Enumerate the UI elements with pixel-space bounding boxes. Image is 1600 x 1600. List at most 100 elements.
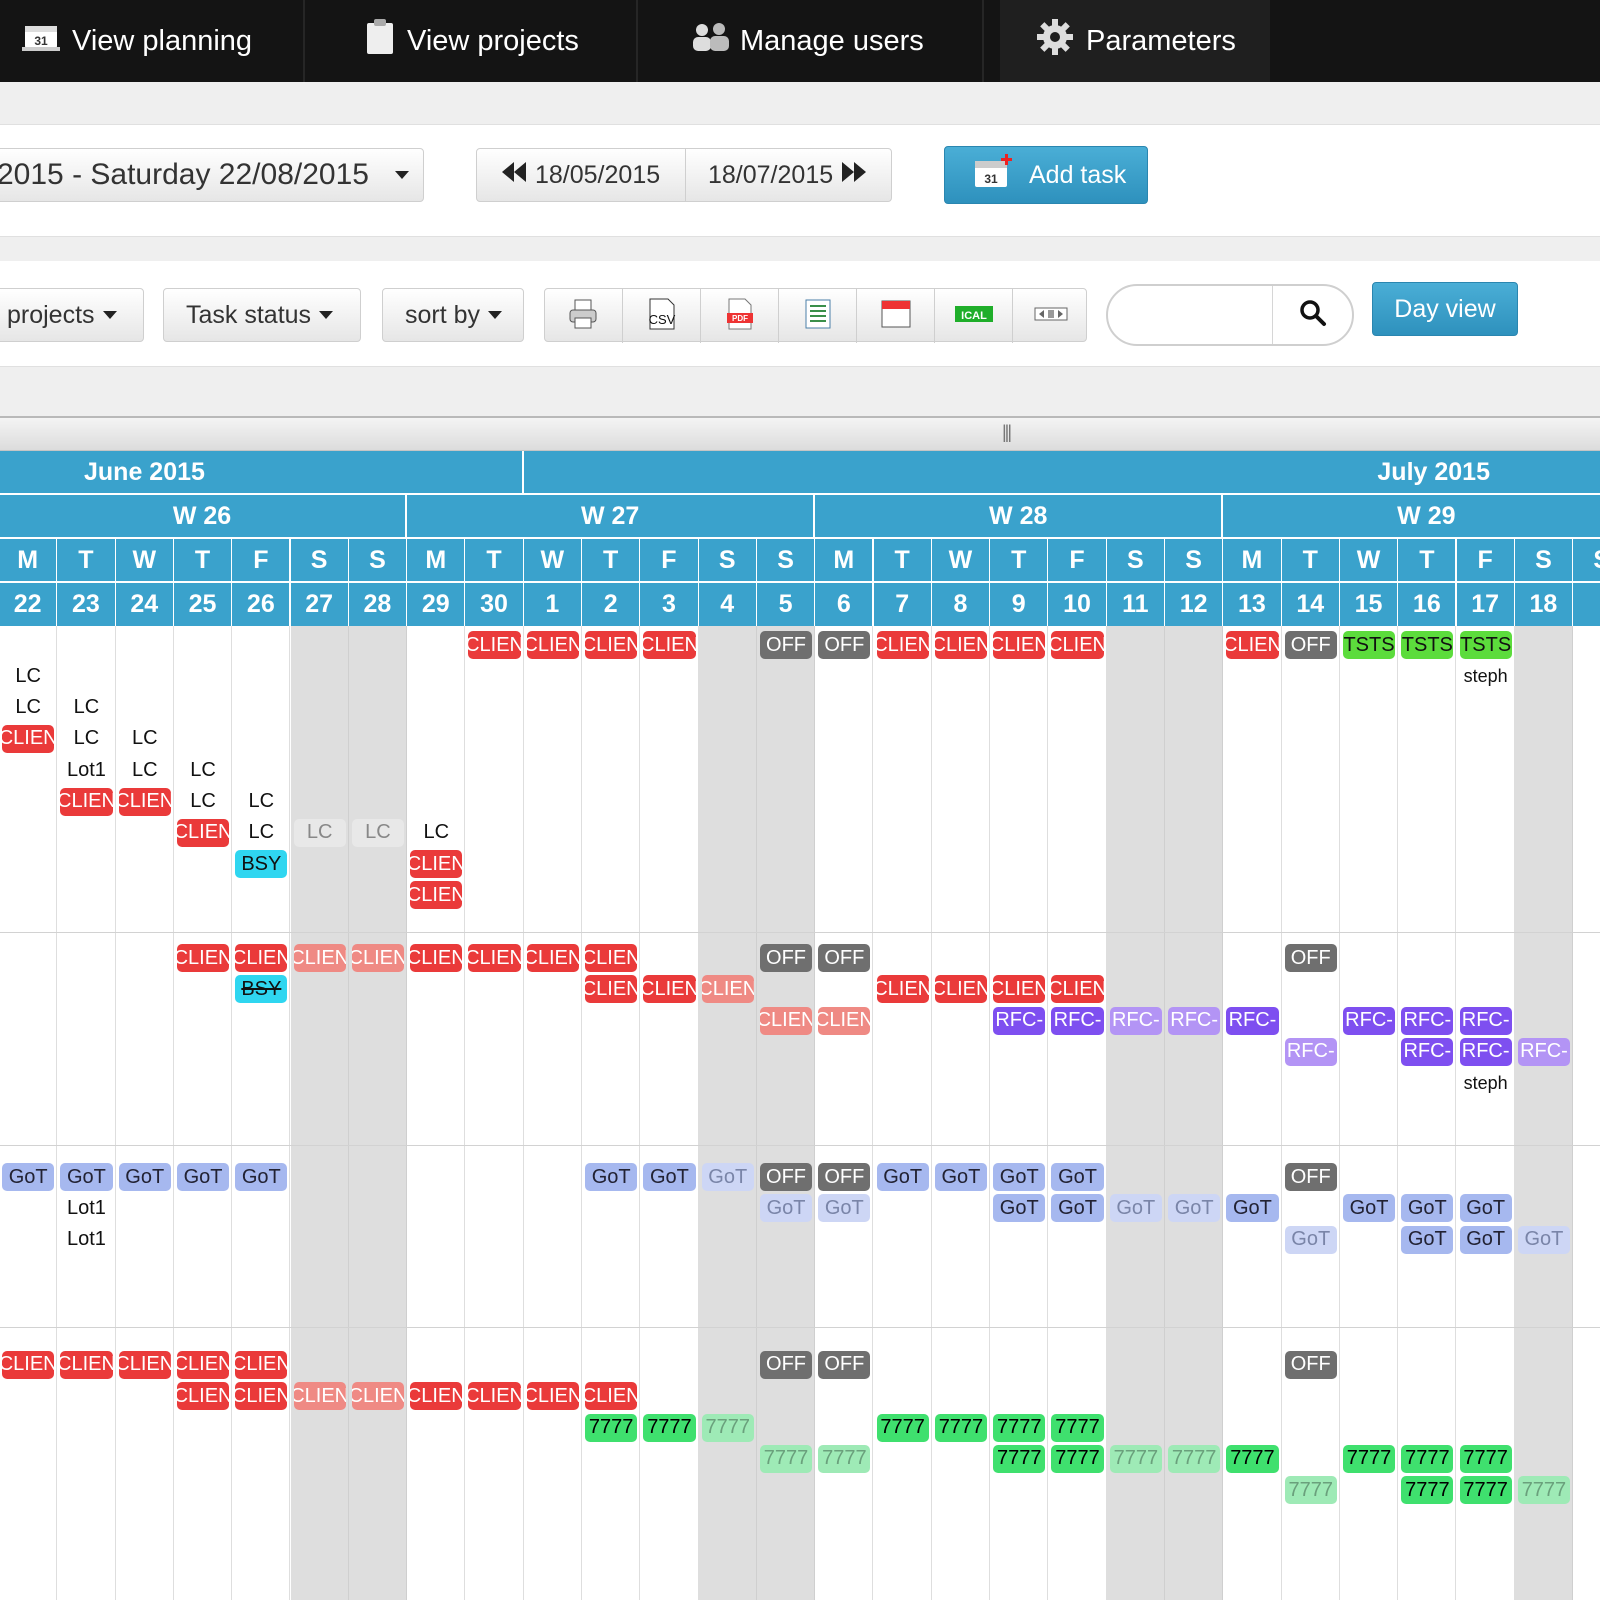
task-chip-client[interactable]: CLIEN: [818, 1006, 871, 1035]
task-chip-7777[interactable]: 7777: [876, 1413, 929, 1442]
task-chip-client[interactable]: CLIEN: [410, 944, 463, 972]
task-chip-7777[interactable]: 7777: [759, 1444, 813, 1473]
task-chip-rfc[interactable]: RFC-: [1459, 1037, 1512, 1066]
task-chip-off[interactable]: OFF: [1284, 631, 1337, 659]
task-chip-off[interactable]: OFF: [759, 1163, 813, 1192]
task-chip-got[interactable]: GoT: [876, 1163, 929, 1192]
task-chip-client[interactable]: CLIEN: [468, 1382, 521, 1411]
task-chip-off[interactable]: OFF: [759, 631, 813, 659]
task-chip-client[interactable]: CLIEN: [235, 1350, 288, 1379]
task-chip-7777[interactable]: 7777: [993, 1444, 1046, 1473]
print-button[interactable]: [545, 289, 623, 343]
task-chip-off[interactable]: OFF: [1284, 944, 1337, 972]
nav-view-projects[interactable]: View projects: [365, 0, 579, 82]
export-excel-button[interactable]: [779, 289, 857, 343]
task-chip-client[interactable]: CLIEN: [585, 631, 638, 659]
task-chip-got[interactable]: GoT: [1459, 1225, 1512, 1254]
task-chip-off[interactable]: OFF: [818, 631, 871, 659]
task-chip-rfc[interactable]: RFC-: [1342, 1006, 1396, 1035]
task-chip-off[interactable]: OFF: [1284, 1350, 1337, 1379]
task-chip-client[interactable]: CLIEN: [176, 1350, 230, 1379]
task-chip-client[interactable]: CLIEN: [701, 975, 754, 1004]
task-chip-client[interactable]: CLIEN: [410, 850, 463, 879]
task-chip-rfc[interactable]: RFC-: [1401, 1037, 1454, 1066]
task-chip-client[interactable]: CLIEN: [351, 944, 405, 972]
task-chip-bsy[interactable]: BSY: [235, 850, 288, 879]
task-chip-client[interactable]: CLIEN: [293, 1382, 346, 1411]
search-button[interactable]: [1272, 286, 1353, 344]
task-chip-got[interactable]: GoT: [1051, 1163, 1104, 1192]
task-chip-client[interactable]: CLIEN: [235, 944, 288, 972]
task-chip-got[interactable]: GoT: [235, 1163, 288, 1192]
task-chip-rfc[interactable]: RFC-: [1401, 1006, 1454, 1035]
projects-filter-dropdown[interactable]: projects: [0, 288, 144, 342]
export-csv-button[interactable]: CSV: [623, 289, 701, 343]
task-chip-rfc[interactable]: RFC-: [1109, 1006, 1162, 1035]
task-chip-7777[interactable]: 7777: [934, 1413, 988, 1442]
search-input[interactable]: [1126, 296, 1270, 334]
task-chip-got[interactable]: GoT: [1226, 1194, 1279, 1223]
task-chip-client[interactable]: CLIEN: [2, 724, 55, 753]
task-chip-got[interactable]: GoT: [118, 1163, 171, 1192]
task-chip-got[interactable]: GoT: [701, 1163, 754, 1192]
task-chip-got[interactable]: GoT: [1168, 1194, 1221, 1223]
task-chip-rfc[interactable]: RFC-: [1517, 1037, 1571, 1066]
task-chip-lc[interactable]: LC: [293, 818, 346, 847]
task-chip-client[interactable]: CLIEN: [643, 631, 696, 659]
task-chip-got[interactable]: GoT: [1401, 1225, 1454, 1254]
task-chip-rfc[interactable]: RFC-: [1226, 1006, 1279, 1035]
date-range-dropdown[interactable]: 2015 - Saturday 22/08/2015: [0, 148, 424, 202]
task-status-filter-dropdown[interactable]: Task status: [163, 288, 361, 342]
task-chip-got[interactable]: GoT: [1342, 1194, 1396, 1223]
task-chip-7777[interactable]: 7777: [993, 1413, 1046, 1442]
export-ical-button[interactable]: ICAL: [935, 289, 1013, 343]
task-chip-tsts[interactable]: TSTS: [1401, 631, 1454, 659]
task-chip-7777[interactable]: 7777: [1109, 1444, 1162, 1473]
task-chip-got[interactable]: GoT: [993, 1163, 1046, 1192]
task-chip-client[interactable]: CLIEN: [526, 944, 579, 972]
task-chip-client[interactable]: CLIEN: [176, 818, 230, 847]
task-chip-client[interactable]: CLIEN: [585, 1382, 638, 1411]
pane-splitter[interactable]: |||: [0, 416, 1600, 451]
task-chip-rfc[interactable]: RFC-: [1459, 1006, 1512, 1035]
task-chip-client[interactable]: CLIEN: [235, 1382, 288, 1411]
task-chip-client[interactable]: CLIEN: [1226, 631, 1279, 659]
task-chip-tsts[interactable]: TSTS: [1342, 631, 1396, 659]
task-chip-client[interactable]: CLIEN: [643, 975, 696, 1004]
task-chip-client[interactable]: CLIEN: [60, 787, 113, 816]
task-chip-rfc[interactable]: RFC-: [993, 1006, 1046, 1035]
previous-period-button[interactable]: 18/05/2015: [476, 148, 686, 202]
task-chip-client[interactable]: CLIEN: [351, 1382, 405, 1411]
task-chip-7777[interactable]: 7777: [1401, 1476, 1454, 1505]
task-chip-bsy[interactable]: BSY: [235, 975, 288, 1004]
task-chip-off[interactable]: OFF: [759, 944, 813, 972]
task-chip-rfc[interactable]: RFC-: [1168, 1006, 1221, 1035]
nav-manage-users[interactable]: Manage users: [690, 0, 924, 82]
task-chip-client[interactable]: CLIEN: [993, 631, 1046, 659]
task-chip-got[interactable]: GoT: [1109, 1194, 1162, 1223]
nav-view-planning[interactable]: 31 View planning: [22, 0, 252, 82]
task-chip-got[interactable]: GoT: [1284, 1225, 1337, 1254]
task-chip-client[interactable]: CLIEN: [585, 944, 638, 972]
task-chip-rfc[interactable]: RFC-: [1284, 1037, 1337, 1066]
task-chip-got[interactable]: GoT: [585, 1163, 638, 1192]
task-chip-client[interactable]: CLIEN: [526, 631, 579, 659]
task-chip-client[interactable]: CLIEN: [410, 881, 463, 910]
task-chip-got[interactable]: GoT: [759, 1194, 813, 1223]
task-chip-client[interactable]: CLIEN: [759, 1006, 813, 1035]
task-chip-rfc[interactable]: RFC-: [1051, 1006, 1104, 1035]
task-chip-7777[interactable]: 7777: [585, 1413, 638, 1442]
task-chip-client[interactable]: CLIEN: [2, 1350, 55, 1379]
task-chip-off[interactable]: OFF: [759, 1350, 813, 1379]
column-width-button[interactable]: [1013, 289, 1088, 343]
task-chip-7777[interactable]: 7777: [643, 1413, 696, 1442]
task-chip-got[interactable]: GoT: [1401, 1194, 1454, 1223]
task-chip-client[interactable]: CLIEN: [934, 975, 988, 1004]
task-chip-got[interactable]: GoT: [2, 1163, 55, 1192]
task-chip-client[interactable]: CLIEN: [993, 975, 1046, 1004]
task-chip-off[interactable]: OFF: [1284, 1163, 1337, 1192]
task-chip-client[interactable]: CLIEN: [176, 1382, 230, 1411]
calendar-export-button[interactable]: [857, 289, 935, 343]
task-chip-client[interactable]: CLIEN: [60, 1350, 113, 1379]
nav-parameters[interactable]: Parameters: [1036, 0, 1236, 82]
